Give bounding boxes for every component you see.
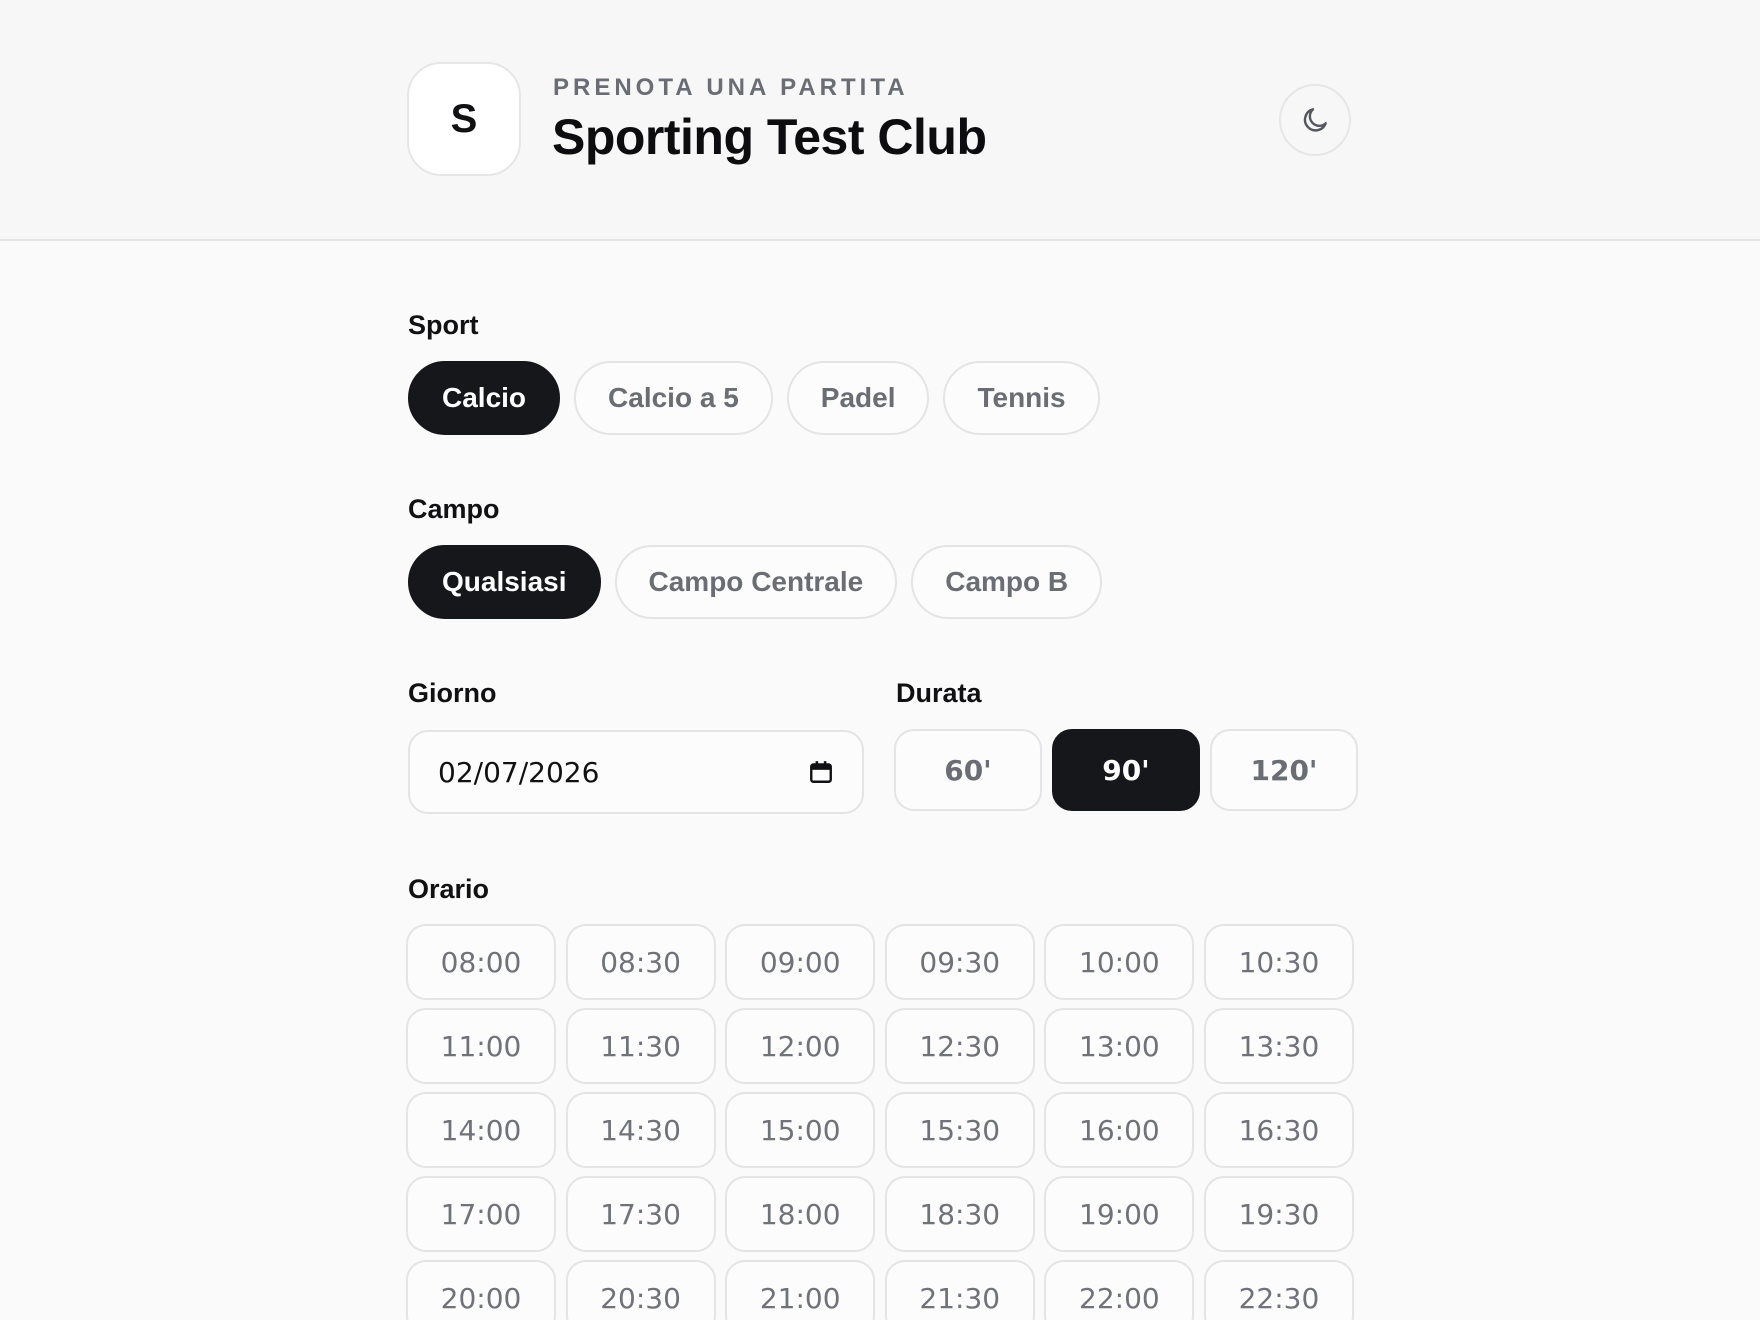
time-slot[interactable]: 22:00 xyxy=(1044,1260,1195,1320)
header: S PRENOTA UNA PARTITA Sporting Test Club xyxy=(0,0,1760,241)
date-value: 02/07/2026 xyxy=(438,755,600,789)
time-slot[interactable]: 19:30 xyxy=(1203,1176,1354,1252)
time-slot[interactable]: 13:00 xyxy=(1044,1008,1195,1084)
moon-icon xyxy=(1303,108,1327,132)
time-slot[interactable]: 17:00 xyxy=(406,1176,556,1252)
sport-option-tennis[interactable]: Tennis xyxy=(943,361,1100,435)
time-slot[interactable]: 12:00 xyxy=(725,1008,876,1084)
campo-option-campo-b[interactable]: Campo B xyxy=(911,545,1103,619)
durata-options: 60' 90' 120' xyxy=(894,729,1358,811)
time-slot[interactable]: 15:00 xyxy=(725,1092,876,1168)
giorno-label: Giorno xyxy=(408,678,497,708)
sport-label: Sport xyxy=(408,310,479,340)
time-slot[interactable]: 18:30 xyxy=(884,1176,1035,1252)
time-slot[interactable]: 08:30 xyxy=(565,924,716,1000)
time-slot-grid: 08:00 08:30 09:00 09:30 10:00 10:30 11:0… xyxy=(406,924,1354,1320)
campo-label: Campo xyxy=(408,494,500,524)
time-slot[interactable]: 11:30 xyxy=(565,1008,716,1084)
durata-label: Durata xyxy=(896,678,982,708)
time-slot[interactable]: 20:00 xyxy=(406,1260,556,1320)
time-slot[interactable]: 09:30 xyxy=(884,924,1035,1000)
time-slot[interactable]: 16:30 xyxy=(1203,1092,1354,1168)
time-slot[interactable]: 10:30 xyxy=(1203,924,1354,1000)
time-slot[interactable]: 21:00 xyxy=(725,1260,876,1320)
page-kicker: PRENOTA UNA PARTITA xyxy=(553,74,909,101)
campo-option-campo-centrale[interactable]: Campo Centrale xyxy=(614,545,898,619)
time-slot[interactable]: 17:30 xyxy=(565,1176,716,1252)
calendar-icon[interactable] xyxy=(808,759,834,785)
time-slot[interactable]: 16:00 xyxy=(1044,1092,1195,1168)
time-slot[interactable]: 10:00 xyxy=(1044,924,1195,1000)
sport-option-calcio-a-5[interactable]: Calcio a 5 xyxy=(574,361,773,435)
time-slot[interactable]: 21:30 xyxy=(884,1260,1035,1320)
theme-toggle-button[interactable] xyxy=(1279,84,1351,156)
orario-label: Orario xyxy=(408,874,490,904)
date-input[interactable]: 02/07/2026 xyxy=(408,730,864,814)
sport-option-calcio[interactable]: Calcio xyxy=(408,361,561,435)
page-title: Sporting Test Club xyxy=(552,109,987,165)
time-slot[interactable]: 18:00 xyxy=(725,1176,876,1252)
time-slot[interactable]: 08:00 xyxy=(406,924,556,1000)
time-slot[interactable]: 13:30 xyxy=(1203,1008,1354,1084)
time-slot[interactable]: 12:30 xyxy=(884,1008,1035,1084)
time-slot[interactable]: 19:00 xyxy=(1044,1176,1195,1252)
durata-option-90[interactable]: 90' xyxy=(1052,729,1200,811)
time-slot[interactable]: 14:30 xyxy=(565,1092,716,1168)
sport-option-padel[interactable]: Padel xyxy=(786,361,930,435)
campo-options: Qualsiasi Campo Centrale Campo B xyxy=(408,545,1103,619)
club-logo: S xyxy=(407,62,521,176)
campo-option-qualsiasi[interactable]: Qualsiasi xyxy=(408,545,601,619)
time-slot[interactable]: 20:30 xyxy=(565,1260,716,1320)
time-slot[interactable]: 14:00 xyxy=(406,1092,556,1168)
time-slot[interactable]: 22:30 xyxy=(1203,1260,1354,1320)
time-slot[interactable]: 15:30 xyxy=(884,1092,1035,1168)
durata-option-60[interactable]: 60' xyxy=(894,729,1042,811)
time-slot[interactable]: 09:00 xyxy=(725,924,876,1000)
time-slot[interactable]: 11:00 xyxy=(406,1008,556,1084)
sport-options: Calcio Calcio a 5 Padel Tennis xyxy=(408,361,1100,435)
durata-option-120[interactable]: 120' xyxy=(1210,729,1358,811)
